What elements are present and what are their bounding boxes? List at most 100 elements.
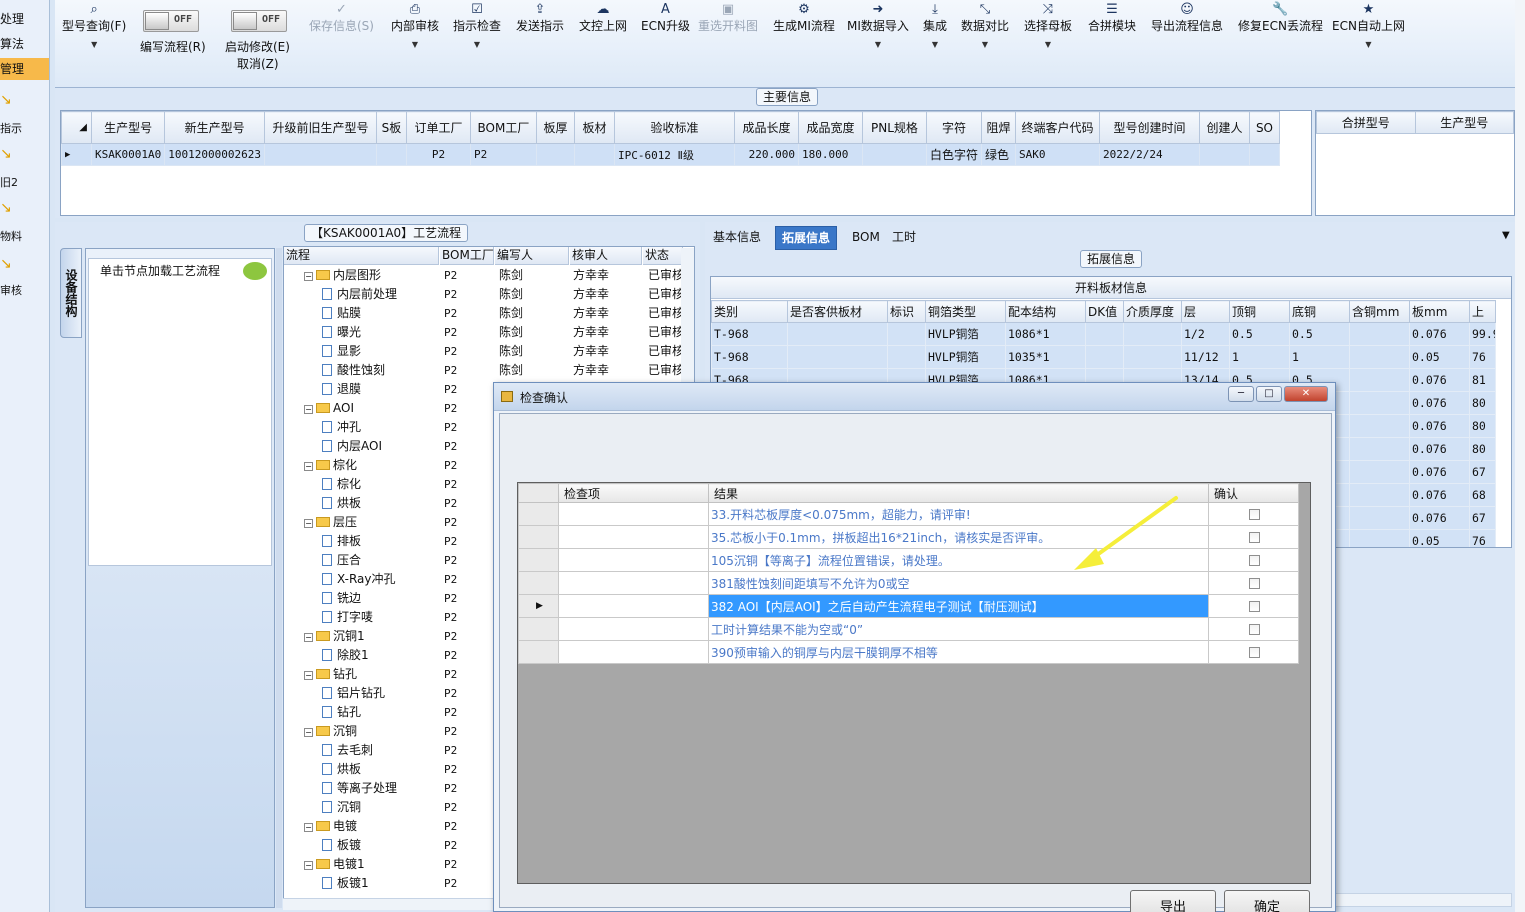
check-result[interactable]: 工时计算结果不能为空或“0” (708, 617, 1209, 641)
collapse-icon[interactable]: − (304, 519, 313, 528)
tab-work-hours[interactable]: 工时 (886, 226, 922, 250)
cell[interactable]: 76 (1469, 529, 1496, 547)
confirm-cell[interactable] (1208, 571, 1299, 595)
collapse-icon[interactable]: − (304, 728, 313, 737)
col-header[interactable]: 型号创建时间 (1098, 111, 1200, 144)
cell[interactable] (1349, 437, 1410, 461)
cell[interactable]: T-968 (711, 322, 788, 346)
cell[interactable]: 0.076 (1409, 506, 1470, 530)
col-header[interactable]: 上 (1469, 300, 1496, 323)
cell[interactable] (1085, 345, 1124, 369)
collapse-icon[interactable]: − (304, 823, 313, 832)
confirm-checkbox[interactable] (1249, 647, 1260, 658)
tree-node[interactable]: 内层前处理 P2 陈剑 方幸幸 已审核 (284, 285, 684, 304)
cell[interactable]: IPC-6012 Ⅱ级 (613, 143, 735, 166)
ecn-auto-online-button[interactable]: ★ ECN自动上网 ▼ (1332, 2, 1405, 49)
cell[interactable]: 76 (1469, 345, 1496, 369)
start-edit-toggle[interactable]: OFF (231, 10, 287, 32)
col-header[interactable]: BOM工厂 (440, 247, 494, 265)
cell[interactable] (1123, 345, 1182, 369)
cell[interactable] (887, 322, 926, 346)
cell[interactable]: 0.076 (1409, 391, 1470, 415)
check-item[interactable] (558, 640, 709, 664)
cell[interactable] (1349, 345, 1410, 369)
cell[interactable]: 180.000 (797, 143, 863, 166)
row-header[interactable] (518, 640, 559, 664)
cell[interactable] (1349, 368, 1410, 392)
cell[interactable]: 0.5 (1229, 322, 1290, 346)
cell[interactable] (1349, 529, 1410, 547)
row-header[interactable] (518, 525, 559, 549)
col-header[interactable]: 阻焊 (980, 111, 1016, 144)
cell[interactable]: 2022/2/24 (1098, 143, 1200, 166)
cell[interactable]: 80 (1469, 437, 1496, 461)
col-header[interactable]: 创建人 (1198, 111, 1250, 144)
confirm-checkbox[interactable] (1249, 578, 1260, 589)
col-header[interactable]: 标识 (887, 300, 926, 323)
check-row[interactable]: ▶ 382 AOI【内层AOI】之后自动产生流程电子测试【耐压测试】 (518, 594, 1299, 618)
integrate-button[interactable]: ⤓ 集成 ▼ (923, 2, 947, 49)
confirm-cell[interactable] (1208, 548, 1299, 572)
cell[interactable]: 0.076 (1409, 414, 1470, 438)
table-row[interactable]: T-968HVLP铜箔1086*11/20.50.50.07699.99 (711, 322, 1496, 346)
cell[interactable]: 0.05 (1409, 529, 1470, 547)
nav-sub-2[interactable]: 旧2 (0, 174, 49, 190)
nav-sub-review[interactable]: 审核 (0, 282, 49, 298)
check-row[interactable]: 390预审输入的铜厚与内层干膜铜厚不相等 (518, 640, 1299, 664)
tab-basic-info[interactable]: 基本信息 (707, 226, 767, 250)
row-header[interactable] (518, 548, 559, 572)
col-header[interactable]: 底铜 (1289, 300, 1350, 323)
col-header[interactable]: SO (1248, 111, 1280, 144)
collapse-icon[interactable]: − (304, 462, 313, 471)
cell[interactable]: 0.076 (1409, 322, 1470, 346)
cell[interactable]: KSAK0001A0 (90, 143, 166, 166)
cell[interactable]: 1 (1289, 345, 1350, 369)
col-header[interactable]: 状态 (643, 247, 683, 265)
tree-node[interactable]: 贴膜 P2 陈剑 方幸幸 已审核 (284, 304, 684, 323)
table-row[interactable]: ▶ KSAK0001A0 10012000002623 P2 P2 IPC-60… (61, 143, 1280, 166)
tree-vertical-scrollbar[interactable] (681, 248, 694, 398)
check-item[interactable] (558, 594, 709, 618)
splitter[interactable] (276, 248, 282, 908)
col-header[interactable]: 成品宽度 (797, 111, 863, 144)
nav-item-algorithm[interactable]: 算法 (0, 33, 49, 55)
confirm-cell[interactable] (1208, 525, 1299, 549)
col-header[interactable]: 类别 (711, 300, 788, 323)
cell[interactable] (375, 143, 407, 166)
cell[interactable]: 67 (1469, 506, 1496, 530)
cell[interactable]: 10012000002623 (164, 143, 265, 166)
cell[interactable] (787, 322, 888, 346)
col-header[interactable]: BOM工厂 (469, 111, 537, 144)
confirm-cell[interactable] (1208, 502, 1299, 526)
col-header[interactable]: 订单工厂 (405, 111, 471, 144)
cell[interactable]: 0.076 (1409, 437, 1470, 461)
minimize-button[interactable]: ─ (1228, 386, 1254, 402)
mi-data-import-button[interactable]: ➜ MI数据导入 ▼ (847, 2, 909, 49)
cell[interactable]: 1035*1 (1005, 345, 1086, 369)
col-header[interactable]: 验收标准 (613, 111, 735, 144)
ok-button[interactable]: 确定 (1224, 890, 1310, 912)
cell[interactable]: 绿色 (980, 143, 1016, 166)
col-header[interactable]: 生产型号 (90, 111, 166, 144)
cell[interactable] (1123, 322, 1182, 346)
cell[interactable] (787, 345, 888, 369)
doc-control-online-button[interactable]: ☁ 文控上网 (579, 2, 627, 34)
collapse-icon[interactable]: − (304, 861, 313, 870)
col-header[interactable]: 检查项 (558, 483, 709, 503)
cell[interactable]: P2 (405, 143, 471, 166)
col-header[interactable]: 字符 (925, 111, 982, 144)
chevron-down-icon[interactable]: ▼ (1502, 230, 1510, 241)
check-item[interactable] (558, 571, 709, 595)
write-flow-toggle[interactable]: OFF (143, 10, 199, 32)
tree-node[interactable]: − 内层图形 P2 陈剑 方幸幸 已审核 (284, 266, 684, 285)
col-header[interactable]: 成品长度 (733, 111, 799, 144)
cell[interactable]: 0.5 (1289, 322, 1350, 346)
check-item[interactable] (558, 548, 709, 572)
cell[interactable]: HVLP铜箔 (925, 345, 1006, 369)
row-header[interactable] (518, 502, 559, 526)
col-header[interactable]: 终端客户代码 (1014, 111, 1100, 144)
confirm-checkbox[interactable] (1249, 555, 1260, 566)
cell[interactable] (1349, 483, 1410, 507)
cell[interactable]: SAK0 (1014, 143, 1100, 166)
col-header[interactable]: 流程 (284, 247, 439, 265)
